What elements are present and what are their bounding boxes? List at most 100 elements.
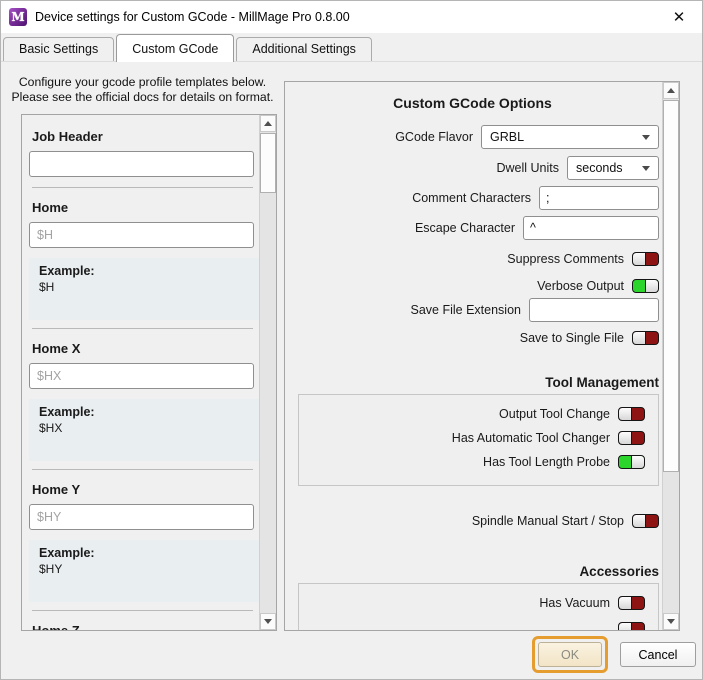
template-item-home: Home Example: $H [29, 200, 259, 320]
accessories-group: Has Vacuum [298, 583, 659, 630]
verbose-output-row: Verbose Output [286, 279, 659, 293]
instructions-text: Configure your gcode profile templates b… [1, 75, 284, 105]
spindle-manual-row: Spindle Manual Start / Stop [286, 514, 659, 528]
tab-content: Configure your gcode profile templates b… [1, 62, 702, 679]
dwell-units-label: Dwell Units [496, 161, 559, 175]
home-input[interactable] [29, 222, 254, 248]
tab-basic-settings[interactable]: Basic Settings [3, 37, 114, 61]
accessories-second-toggle[interactable] [618, 622, 645, 630]
verbose-output-label: Verbose Output [537, 279, 624, 293]
verbose-output-toggle[interactable] [632, 279, 659, 293]
cancel-button[interactable]: Cancel [620, 642, 696, 667]
has-vacuum-row: Has Vacuum [309, 596, 645, 610]
close-icon[interactable]: ✕ [668, 7, 690, 29]
options-scrollbar[interactable] [662, 82, 679, 630]
window-title: Device settings for Custom GCode - MillM… [35, 10, 350, 24]
scrollbar-thumb[interactable] [260, 133, 276, 193]
gcode-templates-panel: Job Header Home Example: $H Home X Examp… [21, 114, 277, 631]
output-tool-change-toggle[interactable] [618, 407, 645, 421]
save-to-single-file-row: Save to Single File [286, 331, 659, 345]
template-item-home-y: Home Y Example: $HY [29, 482, 259, 602]
example-value: $H [39, 280, 251, 294]
gcode-flavor-label: GCode Flavor [395, 130, 473, 144]
scroll-down-icon[interactable] [260, 613, 276, 630]
toggle-knob [631, 456, 644, 468]
title-bar: M Device settings for Custom GCode - Mil… [1, 1, 702, 33]
suppress-comments-toggle[interactable] [632, 252, 659, 266]
has-tool-length-probe-label: Has Tool Length Probe [483, 455, 610, 469]
toggle-knob [619, 597, 632, 609]
save-file-extension-label: Save File Extension [411, 303, 521, 317]
ok-button[interactable]: OK [538, 642, 602, 667]
home-y-input[interactable] [29, 504, 254, 530]
divider [32, 328, 253, 329]
save-file-extension-row: Save File Extension [286, 298, 659, 322]
toggle-knob [619, 432, 632, 444]
example-block: Example: $HX [29, 399, 259, 461]
has-tool-length-probe-toggle[interactable] [618, 455, 645, 469]
gcode-flavor-row: GCode Flavor GRBL [286, 125, 659, 149]
template-label: Job Header [32, 129, 259, 144]
has-automatic-tool-changer-label: Has Automatic Tool Changer [452, 431, 610, 445]
millmage-logo-icon: M [9, 8, 27, 26]
options-content: Custom GCode Options GCode Flavor GRBL D… [286, 82, 662, 630]
example-value: $HY [39, 562, 251, 576]
home-x-input[interactable] [29, 363, 254, 389]
toggle-knob [619, 623, 632, 630]
save-to-single-file-label: Save to Single File [520, 331, 624, 345]
scroll-up-icon[interactable] [663, 82, 679, 99]
toggle-knob [619, 408, 632, 420]
toggle-knob [645, 280, 658, 292]
dwell-units-select[interactable]: seconds [567, 156, 659, 180]
template-item-home-x: Home X Example: $HX [29, 341, 259, 461]
example-value: $HX [39, 421, 251, 435]
has-automatic-tool-changer-toggle[interactable] [618, 431, 645, 445]
toggle-knob [633, 515, 646, 527]
output-tool-change-row: Output Tool Change [309, 407, 645, 421]
example-label: Example: [39, 405, 251, 419]
spindle-manual-toggle[interactable] [632, 514, 659, 528]
job-header-input[interactable] [29, 151, 254, 177]
has-automatic-tool-changer-row: Has Automatic Tool Changer [309, 431, 645, 445]
example-label: Example: [39, 546, 251, 560]
template-item-job-header: Job Header [29, 129, 259, 177]
scroll-down-icon[interactable] [663, 613, 679, 630]
suppress-comments-label: Suppress Comments [507, 252, 624, 266]
accessories-second-row [309, 622, 645, 630]
ok-highlight-box: OK [532, 636, 608, 673]
gcode-flavor-select[interactable]: GRBL [481, 125, 659, 149]
tab-custom-gcode[interactable]: Custom GCode [116, 34, 234, 62]
accessories-header: Accessories [286, 564, 659, 579]
has-vacuum-toggle[interactable] [618, 596, 645, 610]
comment-characters-row: Comment Characters [286, 186, 659, 210]
escape-character-input[interactable] [523, 216, 659, 240]
template-label: Home [32, 200, 259, 215]
tool-management-group: Output Tool Change Has Automatic Tool Ch… [298, 394, 659, 486]
has-vacuum-label: Has Vacuum [539, 596, 610, 610]
save-to-single-file-toggle[interactable] [632, 331, 659, 345]
custom-gcode-options-panel: Custom GCode Options GCode Flavor GRBL D… [284, 81, 680, 631]
escape-character-row: Escape Character [286, 216, 659, 240]
scroll-up-icon[interactable] [260, 115, 276, 132]
chevron-down-icon [642, 166, 650, 171]
toggle-knob [633, 253, 646, 265]
templates-list: Job Header Home Example: $H Home X Examp… [22, 115, 259, 630]
template-label: Home X [32, 341, 259, 356]
save-file-extension-input[interactable] [529, 298, 659, 322]
example-block: Example: $HY [29, 540, 259, 602]
gcode-flavor-value: GRBL [490, 130, 524, 144]
tool-management-header: Tool Management [286, 375, 659, 390]
escape-character-label: Escape Character [415, 221, 515, 235]
templates-scrollbar[interactable] [259, 115, 276, 630]
example-label: Example: [39, 264, 251, 278]
instructions-line1: Configure your gcode profile templates b… [1, 75, 284, 90]
scrollbar-thumb[interactable] [663, 100, 679, 472]
template-label: Home Y [32, 482, 259, 497]
comment-characters-input[interactable] [539, 186, 659, 210]
divider [32, 610, 253, 611]
device-settings-dialog: { "window": { "title": "Device settings … [0, 0, 703, 680]
example-block: Example: $H [29, 258, 259, 320]
tab-additional-settings[interactable]: Additional Settings [236, 37, 372, 61]
template-item-home-z: Home Z [29, 623, 259, 630]
dwell-units-row: Dwell Units seconds [286, 156, 659, 180]
